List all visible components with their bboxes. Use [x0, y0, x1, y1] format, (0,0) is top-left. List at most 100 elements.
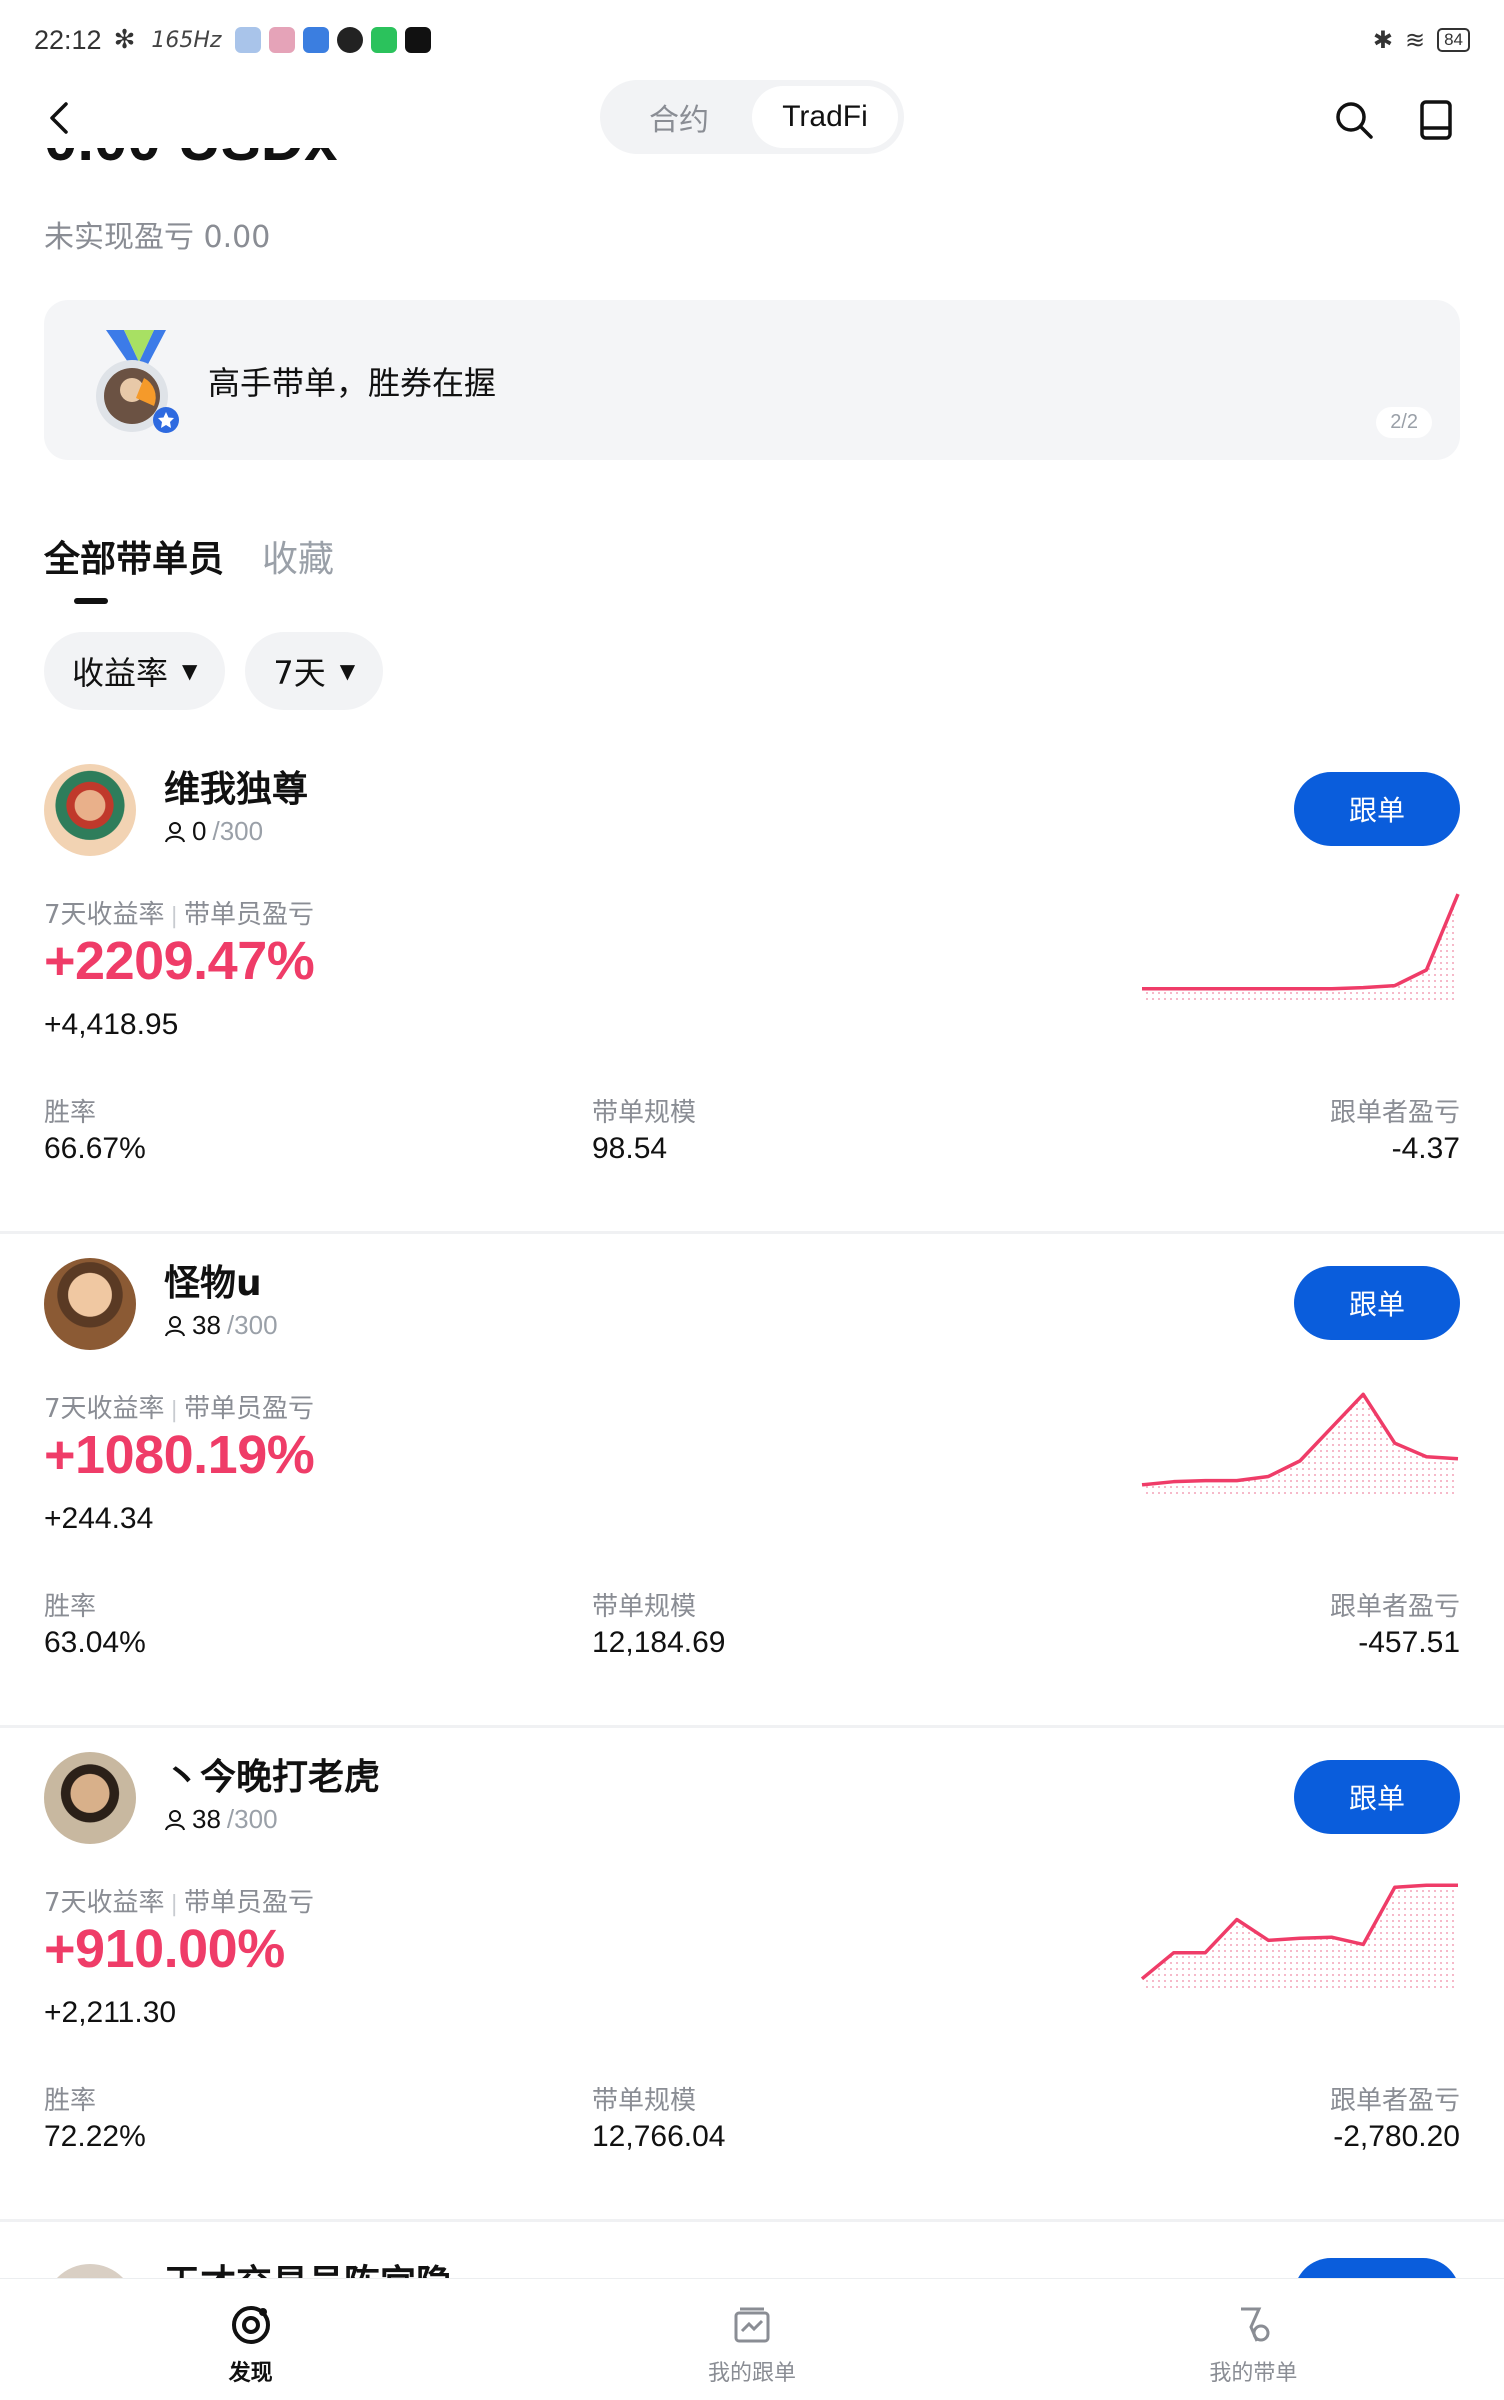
pnl-label-text: 带单员盈亏 — [183, 1394, 314, 1424]
nav-my-lead[interactable]: 我的带单 — [1003, 2279, 1504, 2400]
win-rate-value: 66.67% — [44, 1132, 146, 1165]
trader-card[interactable]: 怪物u 38/300 跟单 7天收益率 | 带单员盈亏 +1080.19% +244… — [0, 1234, 1504, 1728]
avatar — [44, 2264, 136, 2278]
period-filter-label: 7天 — [273, 654, 326, 692]
refresh-rate: 165Hz — [151, 27, 222, 53]
trader-pnl: +4,418.95 — [44, 1008, 179, 1041]
promo-banner[interactable]: 高手带单，胜券在握 2/2 — [44, 300, 1460, 460]
trader-card[interactable]: 丶今晚打老虎 38/300 跟单 7天收益率 | 带单员盈亏 +910.00% +2… — [0, 1728, 1504, 2222]
follower-pnl-value: -2,780.20 — [1333, 2120, 1460, 2153]
rate-label: 7天收益率 | 带单员盈亏 — [44, 1882, 314, 1919]
follower-count: 38/300 — [164, 1804, 278, 1835]
trader-list-tabs: 全部带单员 收藏 — [44, 530, 334, 582]
sort-filter[interactable]: 收益率 ▼ — [44, 632, 226, 710]
follower-count: 0/300 — [164, 816, 263, 847]
scale-label: 带单规模 — [592, 1098, 697, 1128]
banner-text: 高手带单，胜券在握 — [208, 364, 497, 402]
follower-pnl-value: -457.51 — [1358, 1626, 1460, 1659]
return-rate: +1080.19% — [44, 1425, 315, 1485]
win-rate-value: 72.22% — [44, 2120, 146, 2153]
win-rate-value: 63.04% — [44, 1626, 146, 1659]
person-icon — [165, 821, 185, 842]
status-bar: 22:12 ✻ 165Hz ✱ ≋ 84 — [0, 0, 1504, 80]
nav-my-copy-label: 我的跟单 — [707, 2361, 796, 2386]
follower-count: 38/300 — [164, 1310, 278, 1341]
avatar[interactable] — [44, 1258, 136, 1350]
follow-button[interactable]: 跟单 — [1294, 1266, 1460, 1340]
scale-value: 12,184.69 — [592, 1626, 726, 1659]
notification-icons — [235, 27, 432, 53]
back-icon[interactable] — [40, 96, 84, 140]
unrealized-pnl-label: 未实现盈亏 — [44, 220, 194, 255]
rate-label: 7天收益率 | 带单员盈亏 — [44, 1388, 314, 1425]
rate-label-text: 7天收益率 — [44, 1394, 165, 1424]
my-lead-icon — [1241, 2307, 1270, 2342]
win-rate-label: 胜率 — [44, 1592, 97, 1622]
market-segment-control: 合约 TradFi — [600, 80, 904, 154]
separator: | — [170, 1892, 178, 1917]
tiktok-icon — [405, 27, 432, 53]
search-icon[interactable] — [1330, 96, 1378, 144]
person-icon — [165, 1315, 185, 1336]
trader-name: 怪物u — [164, 1263, 262, 1304]
trader-name: 丶今晚打老虎 — [164, 1757, 381, 1798]
trader-name: 维我独尊 — [164, 769, 309, 810]
follow-button[interactable] — [1294, 2258, 1460, 2278]
win-rate-label: 胜率 — [44, 1098, 97, 1128]
separator: | — [170, 904, 178, 929]
scale-label: 带单规模 — [592, 1592, 697, 1622]
follower-pnl-label: 跟单者盈亏 — [1329, 1098, 1460, 1128]
followers-max: /300 — [212, 816, 264, 846]
unrealized-pnl: 未实现盈亏 0.00 — [44, 212, 270, 256]
rate-label: 7天收益率 | 带单员盈亏 — [44, 894, 314, 931]
followers-current: 38 — [192, 1804, 221, 1834]
wifi-icon: ≋ — [1404, 26, 1426, 54]
trader-pnl: +244.34 — [44, 1502, 154, 1535]
followers-max: /300 — [226, 1310, 278, 1340]
avatar[interactable] — [44, 764, 136, 856]
sort-filter-label: 收益率 — [72, 654, 169, 692]
win-rate-label: 胜率 — [44, 2086, 97, 2116]
battery-indicator: 84 — [1437, 28, 1470, 52]
book-icon[interactable] — [1412, 96, 1460, 144]
balance-partial: 0.00 USDx — [44, 148, 364, 178]
caret-down-icon: ▼ — [339, 659, 356, 683]
sparkline-area — [1142, 1394, 1458, 1494]
bottom-nav: 发现 我的跟单 我的带单 — [0, 2278, 1504, 2400]
follow-button[interactable]: 跟单 — [1294, 1760, 1460, 1834]
separator: | — [170, 1398, 178, 1423]
period-filter[interactable]: 7天 ▼ — [245, 632, 384, 710]
nav-discover-label: 发现 — [228, 2361, 273, 2386]
sparkline-chart — [1142, 893, 1460, 1000]
trader-pnl: +2,211.30 — [44, 1996, 177, 2029]
tab-favorites[interactable]: 收藏 — [262, 530, 334, 582]
fan-icon: ✻ — [113, 25, 136, 55]
scale-value: 98.54 — [592, 1132, 668, 1165]
rate-label-text: 7天收益率 — [44, 1888, 165, 1918]
caret-down-icon: ▼ — [182, 659, 198, 683]
banner-pager: 2/2 — [1376, 407, 1432, 438]
sparkline-chart — [1141, 1392, 1459, 1494]
tab-all-traders[interactable]: 全部带单员 — [44, 530, 224, 582]
follower-pnl-label: 跟单者盈亏 — [1329, 2086, 1460, 2116]
tab-underline — [74, 598, 108, 604]
nav-my-lead-label: 我的带单 — [1209, 2361, 1298, 2386]
app-icon — [269, 27, 296, 53]
follow-button[interactable]: 跟单 — [1294, 772, 1460, 846]
followers-max: /300 — [226, 1804, 278, 1834]
trader-card-partial[interactable]: 天才交易员陈宫隐 — [0, 2208, 1504, 2278]
tab-contract[interactable]: 合约 — [606, 86, 752, 148]
followers-current: 38 — [192, 1310, 221, 1340]
sparkline-chart — [1140, 1883, 1458, 1988]
tab-tradfi[interactable]: TradFi — [752, 86, 898, 148]
avatar[interactable] — [44, 1752, 136, 1844]
discover-icon — [231, 2306, 270, 2344]
nav-discover[interactable]: 发现 — [0, 2279, 501, 2400]
filter-bar: 收益率 ▼ 7天 ▼ — [44, 632, 384, 710]
follower-pnl-label: 跟单者盈亏 — [1329, 1592, 1460, 1622]
follower-pnl-value: -4.37 — [1391, 1132, 1460, 1165]
weather-icon — [235, 27, 262, 53]
trader-card[interactable]: 维我独尊 0/300 跟单 7天收益率 | 带单员盈亏 +2209.47% +4,4… — [0, 740, 1504, 1234]
followers-current: 0 — [192, 816, 207, 846]
nav-my-copy[interactable]: 我的跟单 — [501, 2279, 1002, 2400]
